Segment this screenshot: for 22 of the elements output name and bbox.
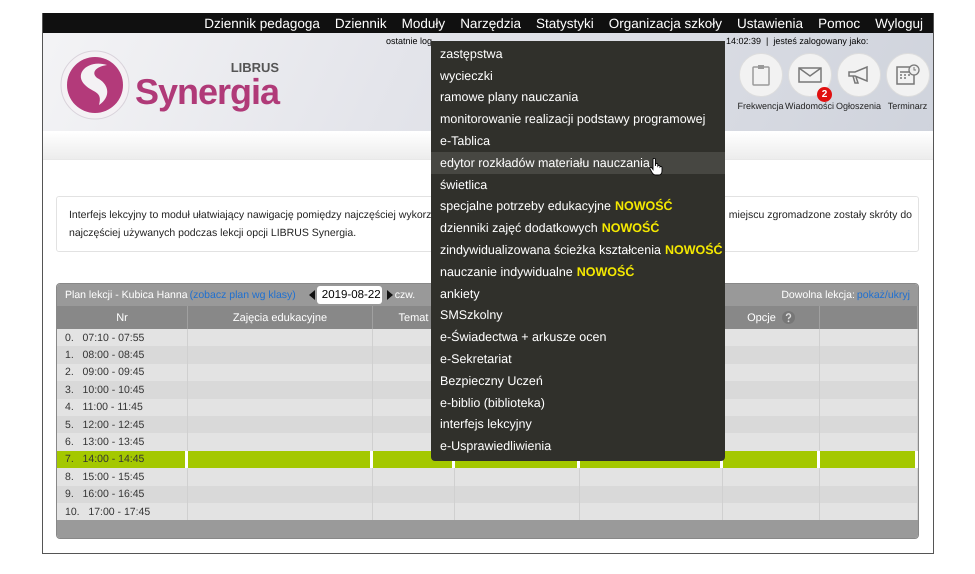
- logo-name: Synergia: [135, 74, 280, 110]
- shortcut-label: Frekwencja: [737, 101, 784, 111]
- logo-brand: LIBRUS: [230, 60, 280, 74]
- column-header: Zajęcia edukacyjne: [232, 312, 328, 324]
- shortcut-label: Ogłoszenia: [836, 101, 882, 111]
- column-header: Nr: [116, 312, 128, 324]
- column-header: Temat: [398, 312, 428, 324]
- column-header: Opcje: [747, 312, 776, 324]
- new-label: NOWOŚĆ: [664, 243, 723, 258]
- login-info: 14:02:39 | jesteś zalogowany jako:: [726, 36, 868, 47]
- new-label: NOWOŚĆ: [614, 199, 673, 214]
- info-text: Interfejs lekcyjny to moduł ułatwiający nawigację pomiędzy najczęściej wykorz: [69, 208, 432, 223]
- unread-count-badge: 2: [817, 87, 832, 102]
- shortcut-label: Terminarz: [888, 101, 928, 111]
- info-text: najczęściej używanych podczas lekcji opcji LIBRUS Synergia.: [69, 226, 356, 241]
- weekday-label: czw.: [394, 289, 416, 301]
- info-text: miejscu zgromadzone zostały skróty do: [728, 208, 912, 223]
- new-label: NOWOŚĆ: [576, 264, 634, 279]
- shortcut-label: Wiadomości: [785, 101, 834, 111]
- any-lesson-label: Dowolna lekcja:: [781, 289, 855, 301]
- plan-title: Plan lekcji - Kubica Hanna: [65, 289, 188, 301]
- new-label: NOWOŚĆ: [602, 221, 660, 236]
